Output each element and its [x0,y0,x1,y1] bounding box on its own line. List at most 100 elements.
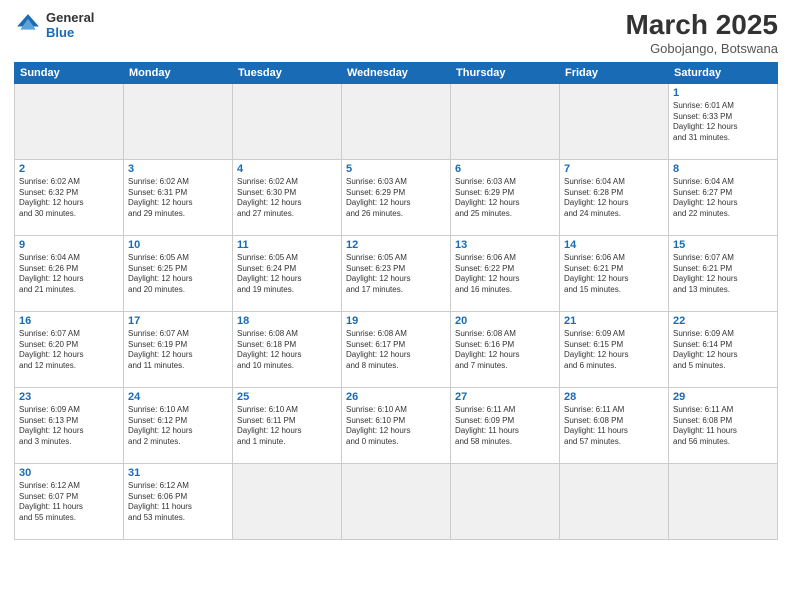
day-number: 4 [237,163,337,175]
day-info: Sunrise: 6:08 AM Sunset: 6:17 PM Dayligh… [346,329,446,372]
day-info: Sunrise: 6:05 AM Sunset: 6:24 PM Dayligh… [237,253,337,296]
col-tuesday: Tuesday [233,62,342,83]
day-number: 17 [128,315,228,327]
day-number: 29 [673,391,773,403]
location: Gobojango, Botswana [625,41,778,56]
day-info: Sunrise: 6:06 AM Sunset: 6:22 PM Dayligh… [455,253,555,296]
day-number: 26 [346,391,446,403]
calendar-day: 28 Sunrise: 6:11 AM Sunset: 6:08 PM Dayli… [560,387,669,463]
day-info: Sunrise: 6:08 AM Sunset: 6:16 PM Dayligh… [455,329,555,372]
calendar-day: 14Sunrise: 6:06 AM Sunset: 6:21 PM Dayli… [560,235,669,311]
day-info: Sunrise: 6:03 AM Sunset: 6:29 PM Dayligh… [346,177,446,220]
day-number: 3 [128,163,228,175]
day-number: 24 [128,391,228,403]
day-info: Sunrise: 6:08 AM Sunset: 6:18 PM Dayligh… [237,329,337,372]
day-number: 20 [455,315,555,327]
day-number: 18 [237,315,337,327]
day-number: 10 [128,239,228,251]
day-info: Sunrise: 6:07 AM Sunset: 6:21 PM Dayligh… [673,253,773,296]
col-wednesday: Wednesday [342,62,451,83]
calendar-day: 30 Sunrise: 6:12 AM Sunset: 6:07 PM Dayli… [15,463,124,539]
calendar-week-1: 2Sunrise: 6:02 AM Sunset: 6:32 PM Daylig… [15,159,778,235]
calendar-day [233,83,342,159]
calendar-week-3: 16 Sunrise: 6:07 AM Sunset: 6:20 PM Dayli… [15,311,778,387]
header: General Blue March 2025 Gobojango, Botsw… [14,10,778,56]
day-number: 27 [455,391,555,403]
day-info: Sunrise: 6:12 AM Sunset: 6:07 PM Dayligh… [19,481,119,524]
calendar-week-5: 30 Sunrise: 6:12 AM Sunset: 6:07 PM Dayli… [15,463,778,539]
day-number: 30 [19,467,119,479]
calendar-day [669,463,778,539]
col-friday: Friday [560,62,669,83]
calendar-week-2: 9 Sunrise: 6:04 AM Sunset: 6:26 PM Daylig… [15,235,778,311]
calendar-day: 13 Sunrise: 6:06 AM Sunset: 6:22 PM Dayli… [451,235,560,311]
calendar-day: 9 Sunrise: 6:04 AM Sunset: 6:26 PM Daylig… [15,235,124,311]
calendar-day: 6 Sunrise: 6:03 AM Sunset: 6:29 PM Daylig… [451,159,560,235]
day-number: 13 [455,239,555,251]
day-number: 12 [346,239,446,251]
calendar-header-row: Sunday Monday Tuesday Wednesday Thursday… [15,62,778,83]
day-number: 9 [19,239,119,251]
day-info: Sunrise: 6:09 AM Sunset: 6:15 PM Dayligh… [564,329,664,372]
calendar-day: 11Sunrise: 6:05 AM Sunset: 6:24 PM Dayli… [233,235,342,311]
day-info: Sunrise: 6:06 AM Sunset: 6:21 PM Dayligh… [564,253,664,296]
day-number: 28 [564,391,664,403]
day-number: 1 [673,87,773,99]
day-info: Sunrise: 6:09 AM Sunset: 6:13 PM Dayligh… [19,405,119,448]
calendar-table: Sunday Monday Tuesday Wednesday Thursday… [14,62,778,540]
calendar-day: 15 Sunrise: 6:07 AM Sunset: 6:21 PM Dayli… [669,235,778,311]
day-number: 23 [19,391,119,403]
calendar-week-0: 1 Sunrise: 6:01 AM Sunset: 6:33 PM Daylig… [15,83,778,159]
calendar-day: 19Sunrise: 6:08 AM Sunset: 6:17 PM Dayli… [342,311,451,387]
day-info: Sunrise: 6:04 AM Sunset: 6:26 PM Dayligh… [19,253,119,296]
day-number: 16 [19,315,119,327]
logo-text: General Blue [46,10,94,40]
day-info: Sunrise: 6:10 AM Sunset: 6:12 PM Dayligh… [128,405,228,448]
day-info: Sunrise: 6:04 AM Sunset: 6:27 PM Dayligh… [673,177,773,220]
day-info: Sunrise: 6:07 AM Sunset: 6:20 PM Dayligh… [19,329,119,372]
calendar-week-4: 23 Sunrise: 6:09 AM Sunset: 6:13 PM Dayli… [15,387,778,463]
calendar-day [342,83,451,159]
calendar-day [342,463,451,539]
day-number: 7 [564,163,664,175]
calendar-day: 10Sunrise: 6:05 AM Sunset: 6:25 PM Dayli… [124,235,233,311]
calendar-day [15,83,124,159]
day-info: Sunrise: 6:01 AM Sunset: 6:33 PM Dayligh… [673,101,773,144]
calendar-day: 17 Sunrise: 6:07 AM Sunset: 6:19 PM Dayli… [124,311,233,387]
calendar-day: 7 Sunrise: 6:04 AM Sunset: 6:28 PM Daylig… [560,159,669,235]
day-number: 21 [564,315,664,327]
calendar-day: 18 Sunrise: 6:08 AM Sunset: 6:18 PM Dayli… [233,311,342,387]
col-saturday: Saturday [669,62,778,83]
col-thursday: Thursday [451,62,560,83]
title-block: March 2025 Gobojango, Botswana [625,10,778,56]
month-title: March 2025 [625,10,778,41]
day-info: Sunrise: 6:04 AM Sunset: 6:28 PM Dayligh… [564,177,664,220]
day-number: 8 [673,163,773,175]
day-number: 6 [455,163,555,175]
day-info: Sunrise: 6:07 AM Sunset: 6:19 PM Dayligh… [128,329,228,372]
calendar-day: 21 Sunrise: 6:09 AM Sunset: 6:15 PM Dayli… [560,311,669,387]
day-info: Sunrise: 6:12 AM Sunset: 6:06 PM Dayligh… [128,481,228,524]
calendar-day: 1 Sunrise: 6:01 AM Sunset: 6:33 PM Daylig… [669,83,778,159]
calendar-day: 27Sunrise: 6:11 AM Sunset: 6:09 PM Dayli… [451,387,560,463]
calendar-day: 25Sunrise: 6:10 AM Sunset: 6:11 PM Dayli… [233,387,342,463]
day-number: 15 [673,239,773,251]
calendar-day [560,463,669,539]
day-info: Sunrise: 6:09 AM Sunset: 6:14 PM Dayligh… [673,329,773,372]
day-info: Sunrise: 6:03 AM Sunset: 6:29 PM Dayligh… [455,177,555,220]
day-number: 25 [237,391,337,403]
day-number: 22 [673,315,773,327]
calendar-day [233,463,342,539]
calendar-day: 2Sunrise: 6:02 AM Sunset: 6:32 PM Daylig… [15,159,124,235]
calendar-day: 5 Sunrise: 6:03 AM Sunset: 6:29 PM Daylig… [342,159,451,235]
calendar-day: 29Sunrise: 6:11 AM Sunset: 6:08 PM Dayli… [669,387,778,463]
col-monday: Monday [124,62,233,83]
calendar-day: 8 Sunrise: 6:04 AM Sunset: 6:27 PM Daylig… [669,159,778,235]
day-number: 31 [128,467,228,479]
calendar-day [560,83,669,159]
logo-icon [14,11,42,39]
day-info: Sunrise: 6:05 AM Sunset: 6:23 PM Dayligh… [346,253,446,296]
day-number: 5 [346,163,446,175]
col-sunday: Sunday [15,62,124,83]
day-info: Sunrise: 6:11 AM Sunset: 6:08 PM Dayligh… [564,405,664,448]
